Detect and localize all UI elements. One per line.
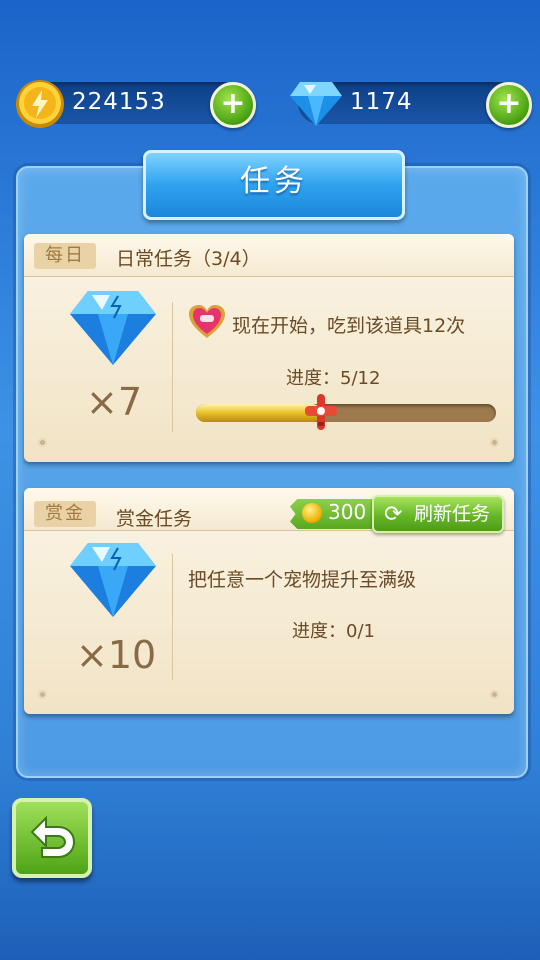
gold-coin-icon: [302, 503, 322, 523]
daily-progress-text: 进度：5/12: [286, 368, 381, 389]
refresh-task-label: 刷新任务: [413, 503, 490, 525]
bounty-reward-diamond-icon: [68, 540, 158, 624]
heart-item-icon: [188, 304, 226, 344]
refresh-icon: ⟳: [384, 502, 403, 527]
add-gold-button[interactable]: +: [210, 82, 256, 128]
bounty-tag: 赏金: [34, 501, 96, 527]
gold-coin-icon: [14, 78, 66, 134]
back-button[interactable]: [12, 798, 92, 878]
panel-title: 任务: [143, 150, 405, 220]
daily-tag: 每日: [34, 243, 96, 269]
rivet: [38, 438, 47, 447]
airplane-marker-icon: [303, 392, 339, 436]
bounty-reward-multiplier: ×10: [76, 633, 157, 677]
bounty-task-description: 把任意一个宠物提升至满级: [188, 569, 417, 591]
rivet: [490, 438, 499, 447]
daily-task-description: 现在开始，吃到该道具12次: [232, 315, 466, 337]
bounty-divider: [172, 554, 173, 680]
bounty-task-title: 赏金任务: [116, 508, 193, 530]
daily-reward-diamond-icon: [68, 288, 158, 372]
refresh-cost: 300: [328, 500, 367, 524]
back-arrow-icon: [30, 815, 76, 858]
daily-progress-bar: [196, 404, 496, 422]
daily-divider: [172, 302, 173, 432]
refresh-task-button[interactable]: ⟳ 刷新任务: [372, 495, 504, 533]
rivet: [38, 690, 47, 699]
bounty-progress-text: 进度：0/1: [292, 621, 375, 642]
daily-task-header: [24, 234, 514, 277]
add-diamond-button[interactable]: +: [486, 82, 532, 128]
diamond-amount: 1174: [350, 89, 413, 115]
daily-task-title: 日常任务（3/4）: [116, 248, 261, 270]
diamond-icon: [288, 80, 344, 132]
daily-reward-multiplier: ×7: [86, 380, 143, 424]
rivet: [490, 690, 499, 699]
gold-amount: 224153: [72, 89, 166, 115]
